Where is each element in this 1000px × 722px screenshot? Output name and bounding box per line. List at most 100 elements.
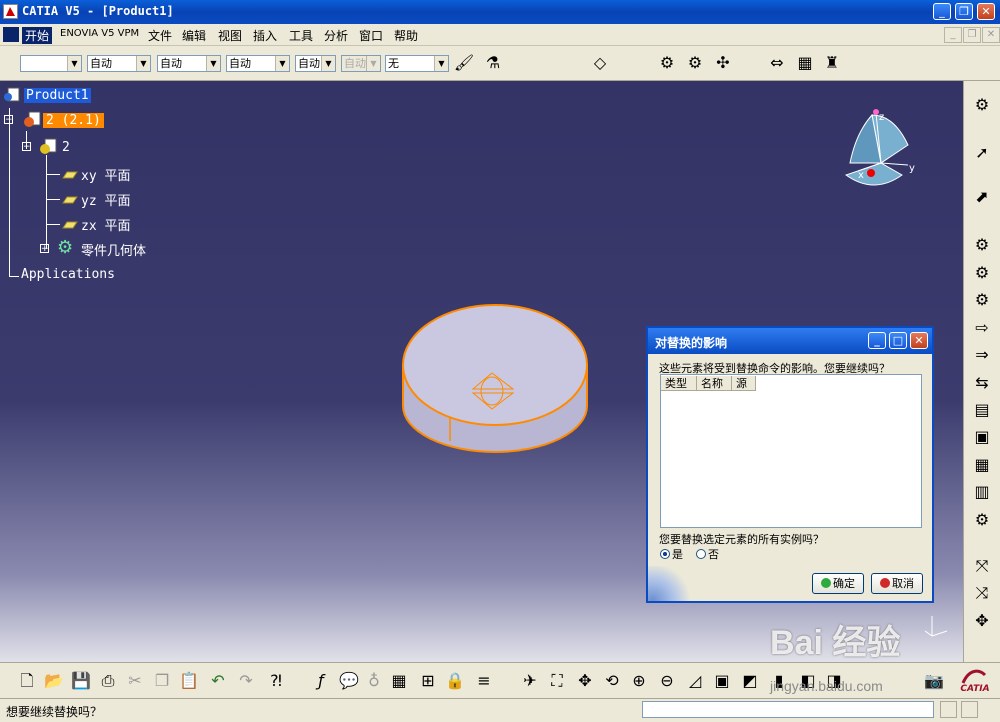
- column-header-type[interactable]: 类型: [661, 376, 697, 391]
- multi-view-icon[interactable]: ▣: [710, 669, 734, 693]
- open-icon[interactable]: 📂: [42, 669, 66, 693]
- status-button[interactable]: [940, 701, 957, 718]
- tree-node-yz-plane[interactable]: yz 平面: [81, 190, 130, 209]
- menu-insert[interactable]: 插入: [253, 27, 277, 44]
- save-icon[interactable]: 💾: [69, 669, 93, 693]
- layer-combo[interactable]: 无 ▼: [385, 55, 449, 72]
- body-gear-icon[interactable]: ⚙: [57, 238, 77, 258]
- ok-button[interactable]: 确定: [812, 573, 864, 594]
- zoom-in-icon[interactable]: ⊕: [627, 669, 651, 693]
- catalog-icon[interactable]: ⚙: [655, 51, 679, 75]
- selective-load-icon[interactable]: ▦: [970, 453, 994, 477]
- new-product-icon[interactable]: ⚙: [970, 261, 994, 285]
- new-part-icon[interactable]: ⚙: [970, 288, 994, 312]
- measure-item-icon[interactable]: ▦: [793, 51, 817, 75]
- fly-mode-icon[interactable]: ✈: [518, 669, 542, 693]
- menu-analysis[interactable]: 分析: [324, 27, 348, 44]
- part-icon[interactable]: [38, 138, 58, 156]
- lock-icon[interactable]: 🔒: [443, 669, 467, 693]
- minimize-button[interactable]: _: [933, 3, 951, 20]
- replace-component-icon[interactable]: ⇆: [970, 371, 994, 395]
- point-symbol-combo[interactable]: 自动 ▼: [295, 55, 336, 72]
- select-trap-icon[interactable]: ⬈: [970, 185, 994, 209]
- structure-icon[interactable]: ⊞: [416, 669, 440, 693]
- tree-node-instance[interactable]: 2 (2.1): [43, 113, 104, 128]
- painter-icon[interactable]: 🖌: [452, 51, 476, 75]
- multi-instantiation-icon[interactable]: ⚙: [970, 508, 994, 532]
- table-icon[interactable]: ▦: [387, 669, 411, 693]
- measure-icon[interactable]: ⇔: [765, 51, 789, 75]
- tree-node-part[interactable]: 2: [62, 140, 70, 155]
- fit-all-icon[interactable]: ⛶: [545, 669, 569, 693]
- transparency-combo[interactable]: 自动 ▼: [87, 55, 151, 72]
- rotate-icon[interactable]: ⟲: [600, 669, 624, 693]
- collapse-icon[interactable]: −: [4, 115, 13, 125]
- undo-icon[interactable]: ↶: [206, 669, 230, 693]
- comment-icon[interactable]: 💬: [337, 669, 361, 693]
- manipulation-icon[interactable]: ⤧: [970, 554, 994, 578]
- snap-icon[interactable]: ⤨: [970, 581, 994, 605]
- maximize-button[interactable]: ❐: [955, 3, 973, 20]
- select-arrow-icon[interactable]: ➚: [970, 141, 994, 165]
- measure-inertia-icon[interactable]: ♜: [820, 51, 844, 75]
- manage-representations-icon[interactable]: ▥: [970, 480, 994, 504]
- tree-node-part-body[interactable]: 零件几何体: [81, 240, 146, 259]
- zoom-out-icon[interactable]: ⊖: [655, 669, 679, 693]
- component-icon[interactable]: [22, 111, 42, 129]
- menu-window[interactable]: 窗口: [359, 27, 383, 44]
- redo-icon[interactable]: ↷: [234, 669, 258, 693]
- tree-node-applications[interactable]: Applications: [21, 267, 115, 282]
- dialog-maximize-button[interactable]: □: [889, 332, 907, 349]
- menu-help[interactable]: 帮助: [394, 27, 418, 44]
- gears-icon[interactable]: ⚙: [970, 93, 994, 117]
- status-button[interactable]: [961, 701, 978, 718]
- dialog-minimize-button[interactable]: _: [868, 332, 886, 349]
- formula-icon[interactable]: ƒ: [309, 669, 333, 693]
- iso-view-icon[interactable]: ◩: [738, 669, 762, 693]
- parameters-icon[interactable]: ≡: [472, 669, 496, 693]
- cut-icon[interactable]: ✂: [123, 669, 147, 693]
- column-header-source[interactable]: 源: [732, 376, 756, 391]
- pan-icon[interactable]: ✥: [573, 669, 597, 693]
- plane-icon[interactable]: [60, 194, 78, 204]
- mdi-restore-button[interactable]: ❐: [963, 27, 981, 43]
- catia-app-icon[interactable]: [3, 4, 18, 19]
- bulb-icon[interactable]: ♁: [362, 669, 386, 693]
- collapse-icon[interactable]: −: [22, 142, 31, 152]
- gear-icon[interactable]: ⚙: [683, 51, 707, 75]
- dialog-close-button[interactable]: ✕: [910, 332, 928, 349]
- plane-icon[interactable]: [60, 169, 78, 179]
- mdi-minimize-button[interactable]: _: [944, 27, 962, 43]
- tree-node-xy-plane[interactable]: xy 平面: [81, 165, 130, 184]
- impact-list[interactable]: [660, 374, 922, 528]
- print-icon[interactable]: ⎙: [96, 669, 120, 693]
- lineweight-combo[interactable]: 自动 ▼: [226, 55, 290, 72]
- radio-no[interactable]: 否: [696, 546, 719, 562]
- graph-tree-reorder-icon[interactable]: ▤: [970, 398, 994, 422]
- cylinder-part[interactable]: [395, 301, 595, 461]
- menu-edit[interactable]: 编辑: [182, 27, 206, 44]
- capture-icon[interactable]: 📷: [922, 669, 946, 693]
- close-button[interactable]: ✕: [977, 3, 995, 20]
- cancel-button[interactable]: 取消: [871, 573, 923, 594]
- column-header-name[interactable]: 名称: [697, 376, 732, 391]
- linetype-combo[interactable]: 自动 ▼: [157, 55, 221, 72]
- menu-enovia[interactable]: ENOVIA V5 VPM: [60, 28, 139, 39]
- paint-bucket-icon[interactable]: ⚗: [481, 51, 505, 75]
- eraser-icon[interactable]: ◇: [588, 51, 612, 75]
- menu-tools[interactable]: 工具: [289, 27, 313, 44]
- new-component-icon[interactable]: ⚙: [970, 233, 994, 257]
- new-icon[interactable]: 🗋: [15, 669, 39, 693]
- product-icon[interactable]: [3, 87, 21, 103]
- whats-this-icon[interactable]: ⁈: [264, 669, 288, 693]
- existing-positioning-icon[interactable]: ⇒: [970, 343, 994, 367]
- copy-icon[interactable]: ❐: [150, 669, 174, 693]
- existing-component-icon[interactable]: ⇨: [970, 316, 994, 340]
- plane-icon[interactable]: [60, 219, 78, 229]
- tree-node-zx-plane[interactable]: zx 平面: [81, 215, 130, 234]
- paste-icon[interactable]: 📋: [177, 669, 201, 693]
- normal-view-icon[interactable]: ◿: [683, 669, 707, 693]
- knowledge-icon[interactable]: ✣: [711, 51, 735, 75]
- radio-yes[interactable]: 是: [660, 546, 683, 562]
- tree-node-product1[interactable]: Product1: [24, 88, 91, 103]
